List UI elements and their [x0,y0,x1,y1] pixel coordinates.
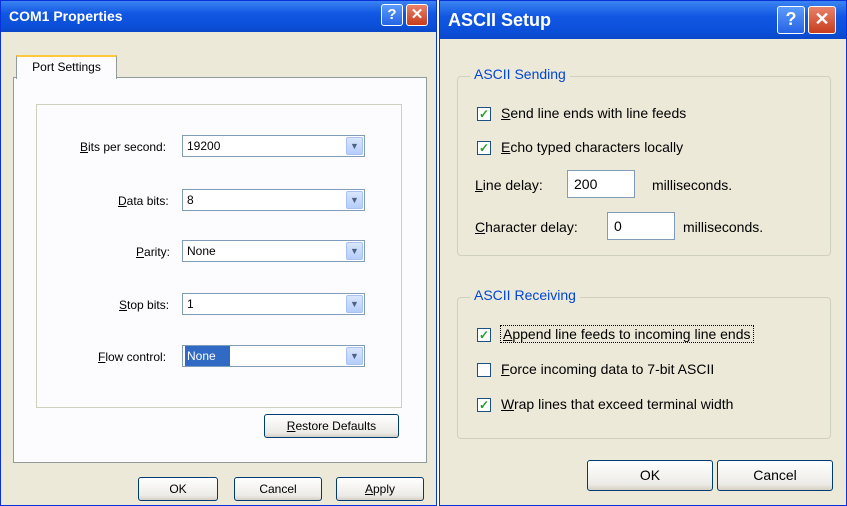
ascii-titlebar[interactable]: ASCII Setup ? ✕ [440,1,846,39]
wrap-lines-checkbox[interactable]: ✓ [477,398,491,412]
parity-select[interactable]: None ▼ [182,240,365,262]
chevron-down-icon[interactable]: ▼ [346,295,363,313]
echo-checkbox[interactable]: ✓ [477,141,491,155]
close-icon[interactable]: ✕ [406,4,428,26]
force-7bit-label[interactable]: Force incoming data to 7-bit ASCII [501,361,714,377]
ascii-title: ASCII Setup [448,10,552,30]
bits-per-second-select[interactable]: 19200 ▼ [182,135,365,157]
data-bits-label: Data bits: [118,194,169,208]
line-delay-label: Line delay: [475,177,543,193]
data-bits-select[interactable]: 8 ▼ [182,189,365,211]
ok-button[interactable]: OK [587,460,713,491]
help-icon[interactable]: ? [777,6,805,34]
stop-bits-label: Stop bits: [119,298,170,312]
force-7bit-checkbox[interactable] [477,363,491,377]
stop-bits-select[interactable]: 1 ▼ [182,293,365,315]
parity-label: Parity: [136,245,171,259]
append-line-feeds-label[interactable]: Append line feeds to incoming line ends [500,325,754,343]
com1-titlebar[interactable]: COM1 Properties ? ✕ [1,1,436,32]
ascii-setup-window: ASCII Setup ? ✕ ASCII Sending ✓ Send lin… [439,0,847,506]
ok-button[interactable]: OK [138,477,218,501]
com1-title: COM1 Properties [9,8,123,24]
echo-label[interactable]: Echo typed characters locally [501,139,683,155]
cancel-button[interactable]: Cancel [234,477,322,501]
wrap-lines-label[interactable]: Wrap lines that exceed terminal width [501,396,733,412]
bits-per-second-label: Bits per second: [80,140,167,154]
tab-port-settings[interactable]: Port Settings [16,55,117,79]
chevron-down-icon[interactable]: ▼ [346,347,363,365]
line-delay-unit: milliseconds. [652,177,733,193]
restore-defaults-button[interactable]: Restore Defaults [264,414,399,438]
ascii-sending-label: ASCII Sending [470,66,570,82]
cancel-button[interactable]: Cancel [717,460,833,491]
com1-properties-window: COM1 Properties ? ✕ Port Settings Bits p… [0,0,437,506]
character-delay-input[interactable]: 0 [607,212,675,240]
send-line-ends-label[interactable]: Send line ends with line feeds [501,105,686,121]
help-icon[interactable]: ? [381,4,403,26]
close-icon[interactable]: ✕ [808,6,836,34]
character-delay-unit: milliseconds. [683,219,764,235]
line-delay-input[interactable]: 200 [567,170,635,198]
chevron-down-icon[interactable]: ▼ [346,191,363,209]
chevron-down-icon[interactable]: ▼ [346,242,363,260]
apply-button[interactable]: Apply [336,477,424,501]
character-delay-label: Character delay: [475,219,578,235]
ascii-receiving-label: ASCII Receiving [470,287,580,303]
flow-control-label: Flow control: [98,350,167,364]
append-line-feeds-checkbox[interactable]: ✓ [477,328,491,342]
tab-port-settings-label: Port Settings [32,60,101,74]
chevron-down-icon[interactable]: ▼ [346,137,363,155]
flow-control-select[interactable]: None ▼ [182,345,365,367]
send-line-ends-checkbox[interactable]: ✓ [477,107,491,121]
